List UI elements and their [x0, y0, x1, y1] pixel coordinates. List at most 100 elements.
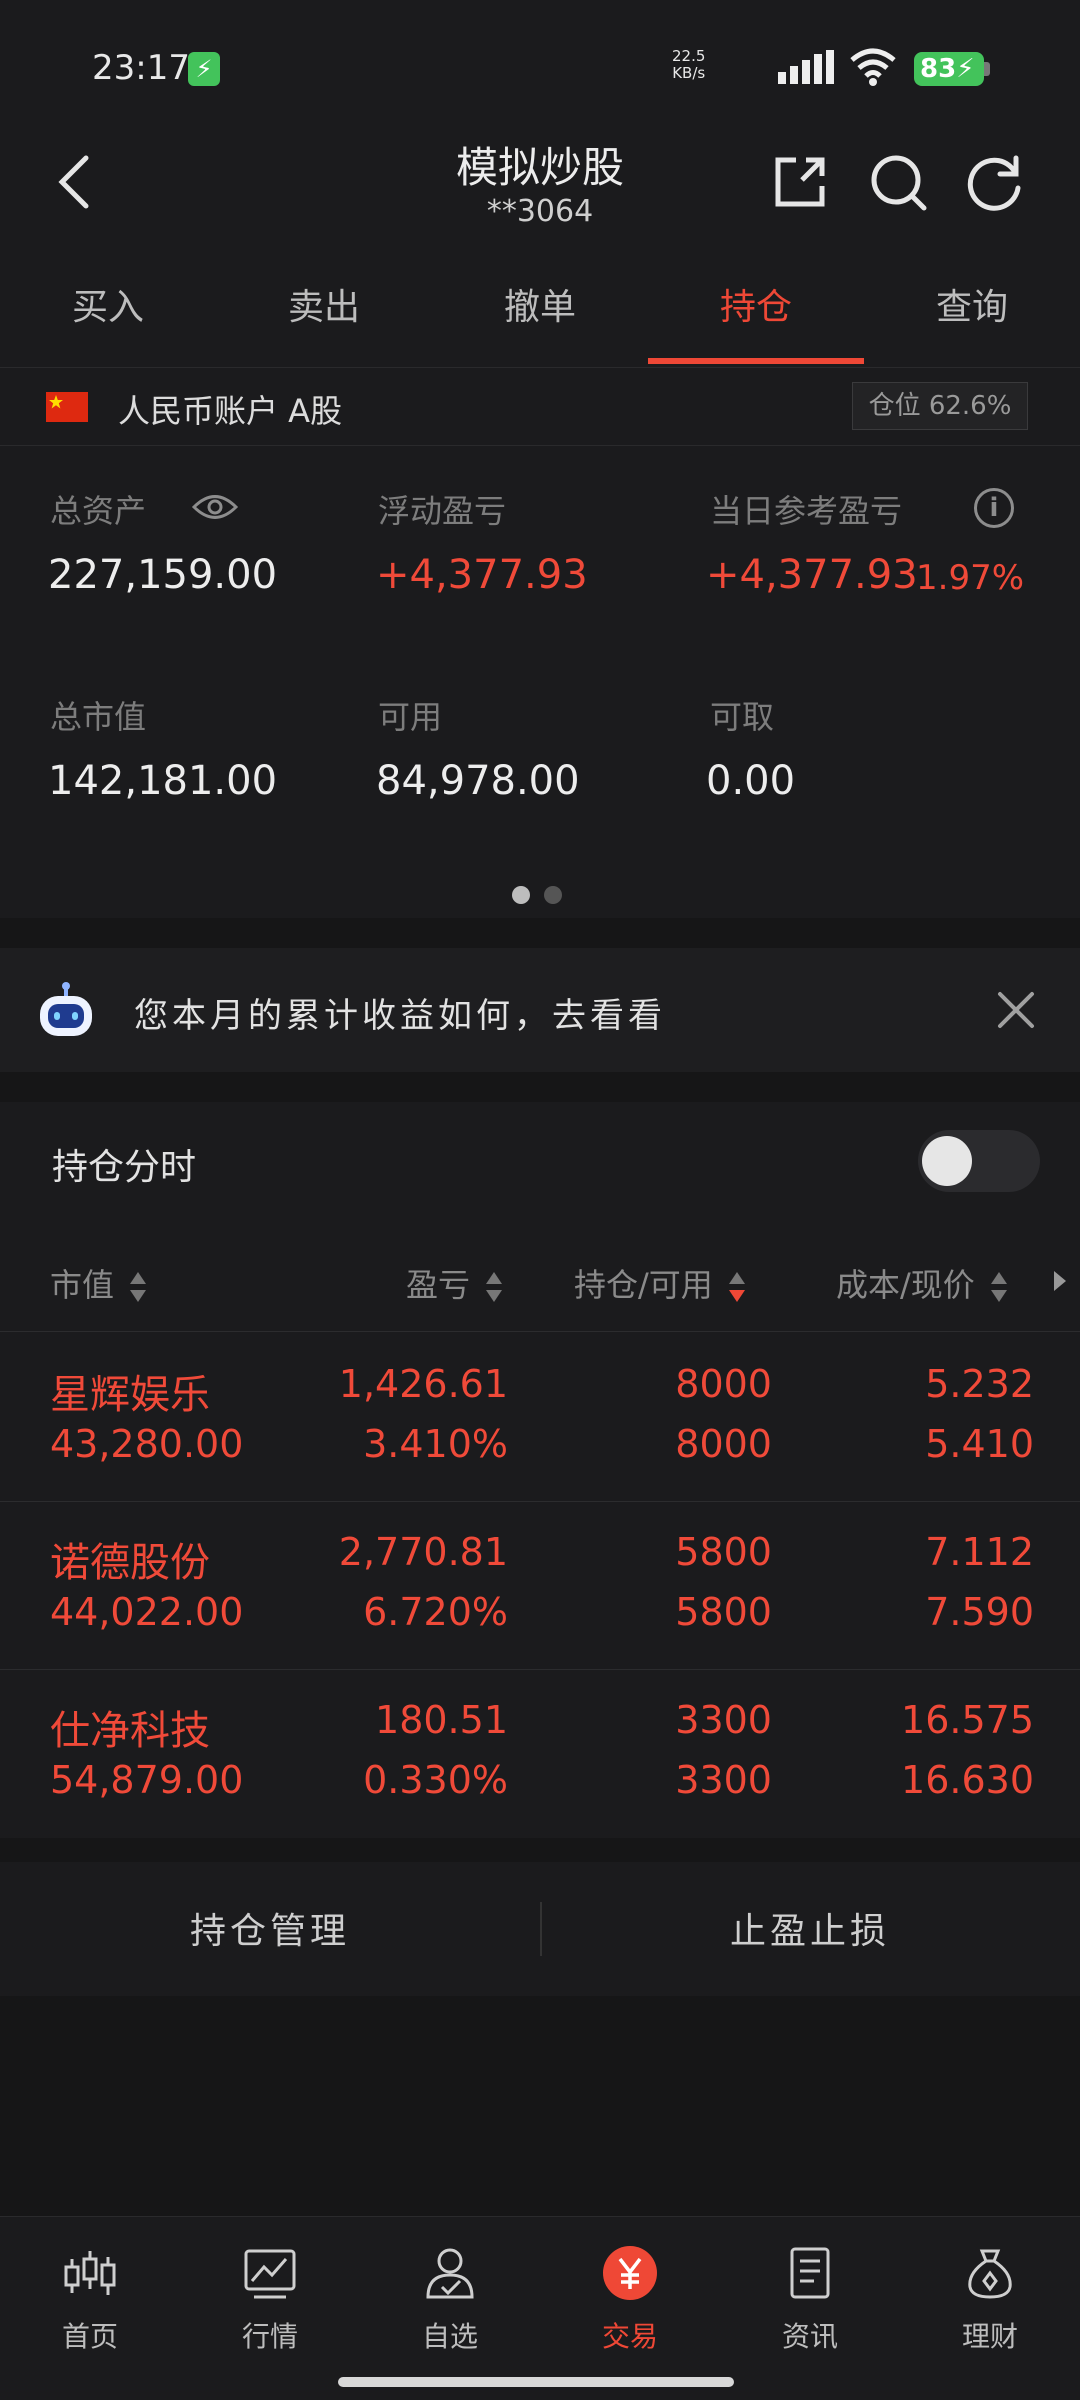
eye-icon[interactable]	[192, 492, 238, 522]
holding-row[interactable]: 仕净科技 54,879.00 180.51 0.330% 3300 3300 1…	[0, 1670, 1080, 1838]
column-pl-label: 盈亏	[406, 1266, 471, 1304]
battery-level: 83	[920, 54, 957, 84]
money-bag-icon	[968, 2249, 1012, 2299]
person-check-icon	[426, 2248, 474, 2299]
chart-icon	[244, 2249, 296, 2299]
stock-pl-percent: 0.330%	[363, 1758, 508, 1802]
daily-pl-value: +4,377.93	[706, 552, 918, 598]
stock-pl: 1,426.61	[338, 1362, 508, 1406]
stock-name: 诺德股份	[50, 1540, 210, 1586]
scroll-right-icon[interactable]	[1050, 1268, 1070, 1294]
nav-item-news[interactable]: 资讯	[720, 2243, 900, 2355]
total-assets-label: 总资产	[50, 492, 147, 530]
position-management-button[interactable]: 持仓管理	[0, 1902, 540, 1954]
nav-item-wealth[interactable]: 理财	[900, 2243, 1080, 2355]
nav-header: 模拟炒股 **3064	[0, 130, 1080, 250]
column-qty[interactable]: 持仓/可用	[574, 1260, 747, 1306]
market-value-label: 总市值	[50, 698, 147, 736]
close-icon[interactable]	[992, 986, 1040, 1034]
refresh-icon[interactable]	[964, 150, 1028, 214]
active-tab-indicator	[648, 358, 864, 364]
sort-icon	[486, 1272, 503, 1302]
bottom-navigation: 首页 行情 自选 交易 资讯 理财	[0, 2216, 1080, 2400]
stock-avail-qty: 3300	[675, 1758, 772, 1802]
battery-tip	[984, 62, 990, 76]
monthly-return-banner[interactable]: 您本月的累计收益如何，去看看	[0, 948, 1080, 1072]
network-speed-value: 22.5	[672, 47, 706, 65]
tab-query[interactable]: 查询	[864, 278, 1080, 330]
column-cost[interactable]: 成本/现价	[836, 1260, 1009, 1306]
stock-name: 仕净科技	[50, 1708, 210, 1754]
column-cost-label: 成本/现价	[836, 1266, 975, 1304]
holding-row[interactable]: 星辉娱乐 43,280.00 1,426.61 3.410% 8000 8000…	[0, 1334, 1080, 1502]
holdings-table-header: 市值 盈亏 持仓/可用 成本/现价	[0, 1252, 1080, 1332]
nav-item-trade[interactable]: 交易	[540, 2243, 720, 2355]
signal-icon	[778, 50, 834, 84]
robot-icon	[40, 982, 92, 1036]
holding-row[interactable]: 诺德股份 44,022.00 2,770.81 6.720% 5800 5800…	[0, 1502, 1080, 1670]
share-icon[interactable]	[768, 150, 832, 214]
account-summary: 人民币账户 A股 仓位 62.6% 总资产 227,159.00 浮动盈亏 +4…	[0, 368, 1080, 918]
battery-icon: 83⚡	[914, 52, 984, 86]
stock-avail-qty: 5800	[675, 1590, 772, 1634]
available-label: 可用	[378, 698, 443, 736]
available-value: 84,978.00	[376, 758, 580, 804]
stock-price: 16.630	[901, 1758, 1034, 1802]
position-ratio-badge: 仓位 62.6%	[852, 382, 1028, 430]
daily-pl-percent: 1.97%	[916, 558, 1025, 598]
nav-item-market[interactable]: 行情	[180, 2243, 360, 2355]
sort-desc-icon	[728, 1272, 745, 1302]
tab-positions[interactable]: 持仓	[648, 278, 864, 330]
stock-cost: 5.232	[925, 1362, 1034, 1406]
floating-pl-label: 浮动盈亏	[378, 492, 507, 530]
nav-label: 行情	[241, 2320, 298, 2353]
network-speed-unit: KB/s	[672, 64, 706, 82]
column-pl[interactable]: 盈亏	[406, 1260, 504, 1306]
account-header: 人民币账户 A股 仓位 62.6%	[0, 368, 1080, 446]
search-icon[interactable]	[866, 150, 930, 214]
charging-icon: ⚡	[188, 52, 220, 86]
nav-label: 交易	[601, 2320, 658, 2353]
candlestick-icon	[64, 2251, 116, 2295]
sort-icon	[990, 1272, 1007, 1302]
holdings-section: 持仓分时 市值 盈亏 持仓/可用 成本/现价 星辉娱乐 43,280.00 1,…	[0, 1102, 1080, 1838]
total-assets-value: 227,159.00	[48, 552, 278, 598]
home-indicator[interactable]	[338, 2377, 734, 2387]
column-market-value[interactable]: 市值	[50, 1260, 148, 1306]
stock-pl: 2,770.81	[338, 1530, 508, 1574]
tab-sell[interactable]: 卖出	[216, 278, 432, 330]
stock-hold-qty: 8000	[675, 1362, 772, 1406]
stock-pl-percent: 6.720%	[363, 1590, 508, 1634]
yen-icon	[603, 2246, 657, 2300]
nav-item-watchlist[interactable]: 自选	[360, 2243, 540, 2355]
nav-item-home[interactable]: 首页	[0, 2243, 180, 2355]
intraday-toggle[interactable]	[918, 1130, 1040, 1192]
nav-label: 自选	[421, 2320, 478, 2353]
trade-tabs: 买入 卖出 撤单 持仓 查询	[0, 250, 1080, 368]
stock-price: 5.410	[925, 1422, 1034, 1466]
sort-icon	[130, 1272, 147, 1302]
stock-cost: 16.575	[901, 1698, 1034, 1742]
stock-hold-qty: 5800	[675, 1530, 772, 1574]
tab-buy[interactable]: 买入	[0, 278, 216, 330]
column-market-value-label: 市值	[50, 1266, 115, 1304]
market-value-value: 142,181.00	[48, 758, 278, 804]
holdings-intraday-title: 持仓分时	[52, 1147, 197, 1188]
stock-pl: 180.51	[375, 1698, 508, 1742]
stock-market-value: 44,022.00	[50, 1590, 244, 1634]
floating-pl-value: +4,377.93	[376, 552, 588, 598]
status-time: 23:17	[92, 48, 190, 88]
withdrawable-label: 可取	[710, 698, 775, 736]
tab-cancel-order[interactable]: 撤单	[432, 278, 648, 330]
page-dot	[544, 886, 562, 904]
page-indicator	[512, 886, 576, 908]
stock-avail-qty: 8000	[675, 1422, 772, 1466]
account-name: 人民币账户 A股	[118, 392, 343, 430]
info-icon[interactable]: i	[974, 488, 1014, 528]
withdrawable-value: 0.00	[706, 758, 796, 804]
stock-hold-qty: 3300	[675, 1698, 772, 1742]
nav-label: 首页	[61, 2320, 118, 2353]
nav-label: 资讯	[781, 2320, 838, 2353]
stock-market-value: 43,280.00	[50, 1422, 244, 1466]
take-profit-stop-loss-button[interactable]: 止盈止损	[540, 1902, 1080, 1954]
